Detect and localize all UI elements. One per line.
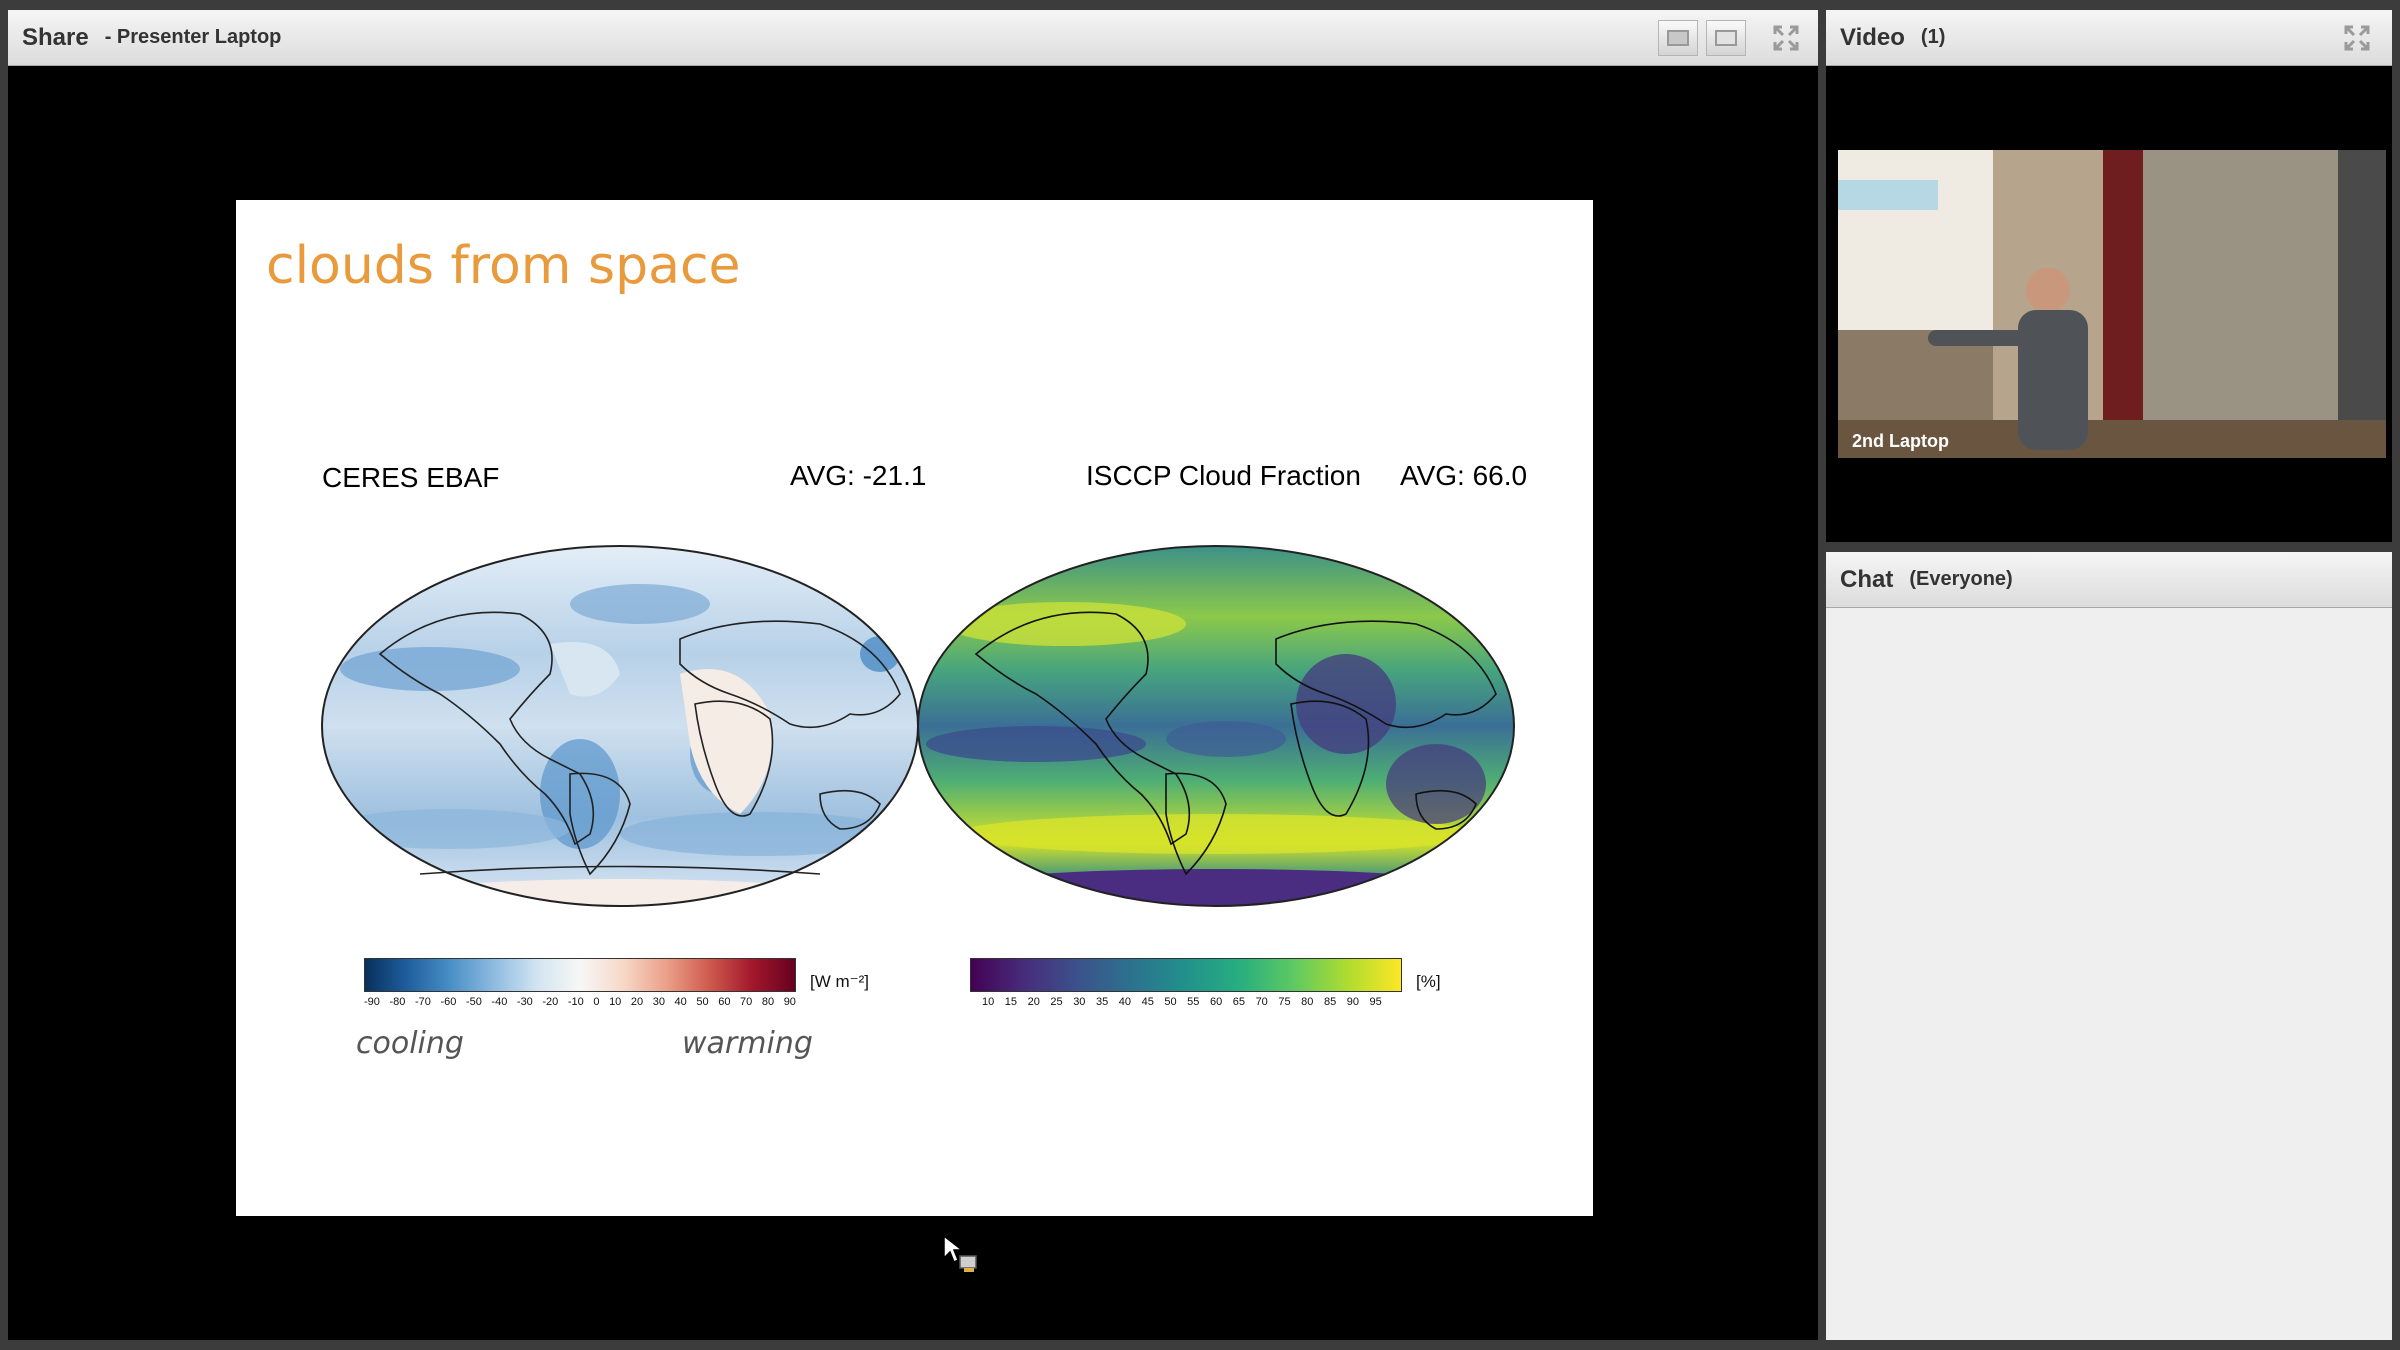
isccp-colorbar-unit: [%]: [1416, 972, 1441, 991]
layout-split-button[interactable]: [1706, 20, 1746, 56]
chat-audience[interactable]: (Everyone): [1909, 568, 2012, 591]
chat-pod-title: Chat: [1840, 565, 1894, 593]
layout-single-button[interactable]: [1658, 20, 1698, 56]
video-pod-header: Video (1): [1826, 10, 2392, 66]
ceres-tick: 70: [740, 996, 753, 1008]
isccp-tick: 85: [1323, 996, 1337, 1008]
isccp-tick: 65: [1232, 996, 1246, 1008]
share-stage: clouds from space CERES EBAF AVG: -21.1 …: [8, 66, 1818, 1340]
camera-feed[interactable]: 2nd Laptop: [1838, 150, 2386, 458]
ceres-tick: 80: [761, 996, 775, 1008]
ceres-tick: -80: [389, 996, 406, 1008]
isccp-tick: 20: [1027, 996, 1040, 1008]
isccp-colorbar-ticks: 10 15 20 25 30 35 40 45 50 55 60 65 70 7…: [982, 996, 1382, 1008]
chat-pod-header: Chat (Everyone): [1826, 552, 2392, 608]
ceres-tick: 30: [652, 996, 665, 1008]
isccp-tick: 80: [1301, 996, 1314, 1008]
isccp-tick: 30: [1073, 996, 1086, 1008]
ceres-map: [321, 545, 919, 907]
layout-single-icon: [1667, 30, 1689, 46]
isccp-tick: 15: [1004, 996, 1018, 1008]
video-fullscreen-button[interactable]: [2340, 22, 2374, 54]
ceres-colorbar-unit: [W m⁻²]: [810, 972, 870, 991]
share-pod: Share - Presenter Laptop clouds from spa…: [8, 10, 1818, 1340]
isccp-tick: 70: [1255, 996, 1268, 1008]
layout-split-icon: [1715, 30, 1737, 46]
camera-image: [1838, 150, 2386, 458]
share-fullscreen-button[interactable]: [1769, 22, 1803, 54]
ceres-tick: 40: [674, 996, 687, 1008]
camera-label: 2nd Laptop: [1852, 431, 1949, 451]
cooling-label: cooling: [356, 1026, 464, 1061]
isccp-tick: 90: [1346, 996, 1359, 1008]
presentation-slide: clouds from space CERES EBAF AVG: -21.1 …: [236, 200, 1593, 1216]
fullscreen-icon: [1773, 25, 1799, 51]
share-pod-subtitle: - Presenter Laptop: [104, 26, 282, 48]
chat-messages-area[interactable]: [1826, 608, 2392, 1340]
ceres-tick: -70: [414, 996, 431, 1008]
ceres-tick: 60: [718, 996, 731, 1008]
left-map-title: CERES EBAF: [322, 462, 500, 493]
right-map-title: ISCCP Cloud Fraction: [1086, 460, 1361, 491]
isccp-tick: 55: [1187, 996, 1200, 1008]
ceres-tick: -50: [465, 996, 482, 1008]
slide-title: clouds from space: [266, 236, 741, 296]
isccp-map: [917, 545, 1515, 907]
isccp-tick: 40: [1118, 996, 1132, 1008]
presenter-cursor-icon: [943, 1234, 977, 1272]
ceres-tick: -30: [516, 996, 533, 1008]
isccp-tick: 25: [1050, 996, 1063, 1008]
isccp-tick: 60: [1209, 996, 1223, 1008]
video-pod: Video (1) 2nd Laptop: [1826, 10, 2392, 542]
isccp-tick: 10: [982, 996, 995, 1008]
ceres-tick: -60: [440, 996, 457, 1008]
ceres-tick: 90: [783, 996, 796, 1008]
chat-pod: Chat (Everyone): [1826, 552, 2392, 1340]
right-map-average: AVG: 66.0: [1400, 460, 1528, 491]
ceres-tick: -90: [364, 996, 380, 1008]
left-map-average: AVG: -21.1: [790, 460, 927, 491]
ceres-tick: 20: [630, 996, 644, 1008]
ceres-colorbar: [364, 958, 796, 992]
isccp-tick: 95: [1369, 996, 1382, 1008]
ceres-colorbar-ticks: -90 -80 -70 -60 -50 -40 -30 -20 -10 0 10…: [364, 996, 796, 1008]
video-pod-title: Video: [1840, 23, 1905, 51]
isccp-tick: 75: [1278, 996, 1291, 1008]
ceres-tick: -20: [542, 996, 559, 1008]
ceres-tick: 0: [593, 996, 600, 1008]
isccp-tick: 50: [1164, 996, 1177, 1008]
video-participant-count: (1): [1920, 26, 1946, 48]
ceres-tick: -10: [567, 996, 584, 1008]
isccp-tick: 35: [1095, 996, 1109, 1008]
isccp-tick: 45: [1141, 996, 1154, 1008]
share-pod-header: Share - Presenter Laptop: [8, 10, 1818, 66]
ceres-tick: 50: [696, 996, 709, 1008]
fullscreen-icon: [2344, 25, 2370, 51]
isccp-colorbar: [970, 958, 1402, 992]
ceres-tick: 10: [609, 996, 622, 1008]
warming-label: warming: [682, 1026, 813, 1061]
share-pod-title: Share: [22, 23, 89, 51]
ceres-tick: -40: [491, 996, 508, 1008]
